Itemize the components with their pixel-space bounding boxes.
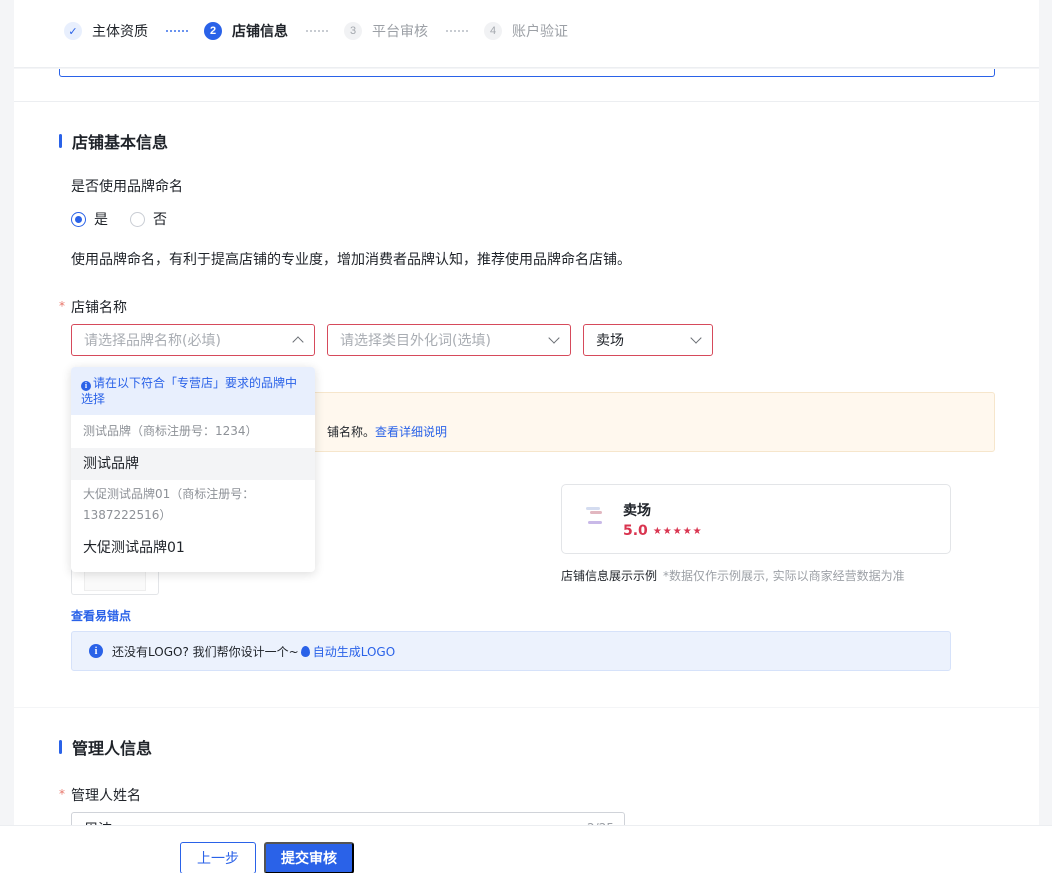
shop-name-label: 店铺名称 [59,297,127,317]
header-panel: ✓ 主体资质 2 店铺信息 3 平台审核 4 账户验证 [14,0,1039,68]
step-2: 2 店铺信息 [204,21,288,41]
rating-value: 5.0 [623,523,648,539]
check-icon: ✓ [64,22,82,40]
category-select-placeholder: 请选择类目外化词(选填) [340,333,491,349]
admin-name-label: 管理人姓名 [59,785,141,805]
radio-no[interactable] [130,211,145,227]
step-1: ✓ 主体资质 [64,21,148,41]
step-label: 账户验证 [512,24,568,40]
step-number: 3 [344,22,362,40]
dropdown-option[interactable]: 测试品牌 [71,448,315,480]
notice-text-body: 铺名称。 [327,425,376,439]
preview-rating: 5.0 ★★★★★ [623,523,703,539]
step-number: 2 [204,22,222,40]
brand-naming-hint: 使用品牌命名，有利于提高店铺的专业度，增加消费者品牌认知，推荐使用品牌命名店铺。 [71,252,631,268]
step-number: 4 [484,22,502,40]
step-separator [306,30,328,32]
previous-field-edge [59,69,995,77]
step-indicator: ✓ 主体资质 2 店铺信息 3 平台审核 4 账户验证 [64,20,568,42]
suffix-select[interactable]: 卖场 [583,324,713,356]
brand-dropdown: i 请在以下符合「专营店」要求的品牌中选择 测试品牌（商标注册号：1234） 测试… [71,367,315,572]
view-details-link[interactable]: 查看详细说明 [375,425,447,439]
divider [14,101,1039,102]
section-title-admin: 管理人信息 [59,735,152,759]
footer-bar: 上一步 提交审核 [0,825,1052,873]
radio-yes[interactable] [71,211,86,227]
info-icon: i [89,644,103,658]
logo-tip-bar: i 还没有LOGO? 我们帮你设计一个~ 自动生成LOGO [71,631,951,671]
notice-text: 铺名称。查看详细说明 [327,423,447,440]
category-select[interactable]: 请选择类目外化词(选填) [327,324,571,356]
step-4: 4 账户验证 [484,21,568,41]
title-bar [59,740,62,754]
dropdown-group-header: 测试品牌（商标注册号：1234） [83,424,258,438]
star-icon: ★★★★★ [652,525,703,537]
prev-step-button[interactable]: 上一步 [180,842,256,873]
brand-naming-label: 是否使用品牌命名 [71,179,183,195]
step-separator [446,30,468,32]
droplet-icon [300,645,310,657]
view-mistakes-link[interactable]: 查看易错点 [71,607,131,624]
submit-review-button[interactable]: 提交审核 [264,842,354,873]
logo-tip-text: 还没有LOGO? 我们帮你设计一个~ [112,644,299,659]
dropdown-tip-text: 请在以下符合「专营店」要求的品牌中选择 [81,376,298,406]
chevron-up-icon [292,336,304,348]
section-title-text: 管理人信息 [72,739,153,758]
suffix-select-value: 卖场 [596,333,624,349]
title-bar [59,134,62,148]
preview-caption-title: 店铺信息展示示例 [561,569,658,583]
brand-select-placeholder: 请选择品牌名称(必填) [84,333,221,349]
preview-caption-sub: *数据仅作示例展示, 实际以商家经营数据为准 [663,569,905,583]
auto-generate-logo-link[interactable]: 自动生成LOGO [313,643,395,660]
step-label: 主体资质 [92,24,148,40]
radio-no-label[interactable]: 否 [153,209,167,229]
dropdown-group-header: 大促测试品牌01（商标注册号：1387222516） [83,487,255,522]
preview-caption: 店铺信息展示示例 *数据仅作示例展示, 实际以商家经营数据为准 [561,567,905,584]
section-title-text: 店铺基本信息 [72,133,169,152]
dropdown-option[interactable]: 大促测试品牌01 [71,532,315,564]
step-label: 店铺信息 [232,24,288,40]
admin-info-panel: 管理人信息 管理人姓名 周波 2/25 [14,708,1039,844]
brand-select[interactable]: 请选择品牌名称(必填) [71,324,315,356]
brand-naming-radio-group: 是 否 [71,209,189,229]
section-title-shop: 店铺基本信息 [59,129,168,153]
dropdown-tip: i 请在以下符合「专营店」要求的品牌中选择 [71,367,315,415]
shop-preview-card: 卖场 5.0 ★★★★★ [561,484,951,554]
chevron-down-icon [690,332,702,344]
step-label: 平台审核 [372,24,428,40]
shop-avatar [584,501,606,531]
step-separator [166,30,188,32]
radio-yes-label[interactable]: 是 [94,209,108,229]
info-icon: i [81,381,91,391]
chevron-down-icon [548,332,560,344]
preview-shop-name: 卖场 [623,503,651,519]
step-3: 3 平台审核 [344,21,428,41]
